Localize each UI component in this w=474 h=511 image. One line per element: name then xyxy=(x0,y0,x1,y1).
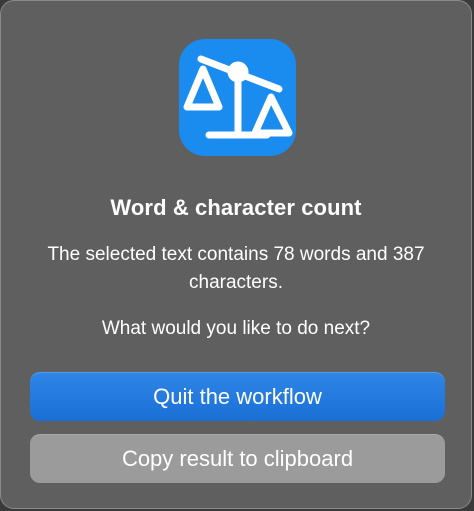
alert-dialog: Word & character count The selected text… xyxy=(0,0,472,509)
copy-to-clipboard-button[interactable]: Copy result to clipboard xyxy=(30,434,445,483)
dialog-message: The selected text contains 78 words and … xyxy=(47,244,425,293)
dialog-question: What would you like to do next? xyxy=(101,318,371,339)
dialog-title: Word & character count xyxy=(110,195,362,220)
quit-workflow-button[interactable]: Quit the workflow xyxy=(30,372,445,421)
balance-scale-icon xyxy=(179,39,296,156)
